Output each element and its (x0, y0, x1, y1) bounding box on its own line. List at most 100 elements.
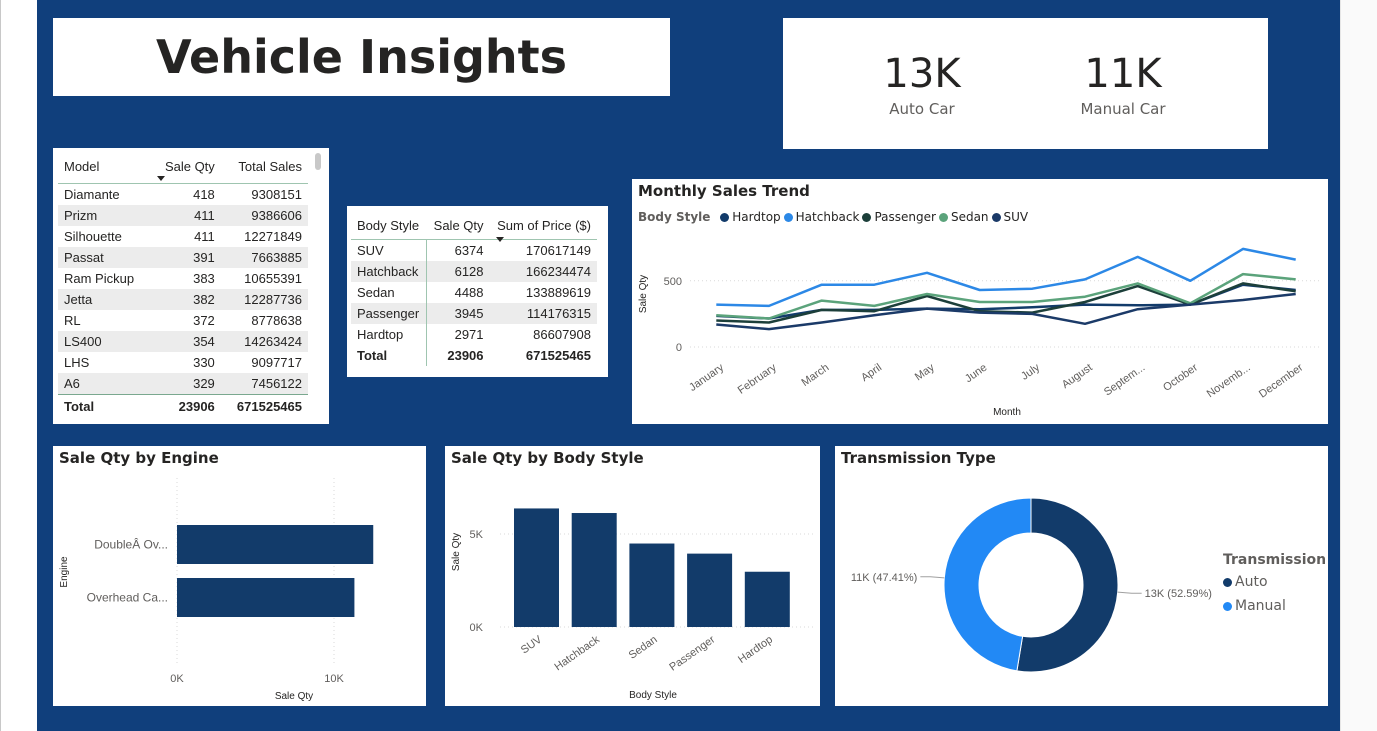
table-row[interactable]: Sedan 4488 133889619 (351, 282, 597, 303)
table-cell: Silhouette (64, 228, 122, 244)
y-axis-title: Engine (59, 556, 70, 588)
table-cell: 10655391 (244, 270, 302, 286)
body-style-table: Body Style Sale Qty Sum of Price ($) SUV… (351, 211, 597, 366)
bar-hatchback (571, 513, 617, 627)
table-row[interactable]: Hatchback 6128 166234474 (351, 261, 597, 282)
col-header-sale-qty[interactable]: Sale Qty (426, 211, 490, 240)
y-tick-label: 500 (664, 276, 682, 288)
chart-title: Sale Qty by Body Style (451, 449, 644, 467)
table-cell: 6374 (454, 243, 484, 258)
x-axis-title: Sale Qty (275, 691, 313, 702)
x-tick-label: August (1060, 362, 1095, 391)
col-header-body-style[interactable]: Body Style (351, 211, 427, 240)
legend-marker (938, 213, 948, 222)
total-cell: Total (58, 393, 151, 419)
sort-desc-icon (495, 237, 504, 242)
table-cell: Diamante (64, 186, 120, 202)
x-tick-label: Sedan (627, 634, 660, 662)
scrollbar-thumb[interactable] (315, 153, 321, 170)
legend-label: Passenger (874, 210, 936, 224)
table-row[interactable]: Passenger 3945 114176315 (351, 303, 597, 324)
table-row[interactable]: Diamante 418 9308151 (58, 183, 308, 205)
trend-legend: Body Style Hardtop Hatchback Passenger Seda… (638, 210, 1031, 224)
model-table-body: Diamante 418 9308151 Prizm 411 9386606 Silhoue… (58, 183, 308, 419)
table-cell: 8778638 (251, 312, 302, 328)
col-header-sale-qty[interactable]: Sale Qty (150, 151, 221, 184)
table-cell: 133889619 (525, 285, 591, 300)
legend-item-auto[interactable]: Auto (1223, 574, 1326, 590)
legend-item-sedan[interactable]: Sedan (938, 210, 989, 224)
model-table-card: Model Sale Qty Total Sales Diamante 418 93… (53, 148, 329, 424)
table-row[interactable]: LHS 330 9097717 (58, 352, 308, 373)
legend-label: Hardtop (732, 210, 781, 224)
table-row[interactable]: LS400 354 14263424 (58, 330, 308, 352)
table-row[interactable]: Jetta 382 12287736 (58, 288, 308, 310)
x-axis-title: Body Style (629, 690, 677, 701)
table-row[interactable]: SUV 6374 170617149 (351, 239, 597, 261)
kpi-auto[interactable]: 13K Auto Car (837, 52, 1007, 118)
table-cell: 170617149 (525, 243, 591, 258)
table-cell: 330 (193, 354, 215, 370)
x-tick-label: Passenger (667, 633, 717, 673)
x-tick-label: July (1019, 361, 1042, 382)
total-cell: 671525465 (525, 348, 591, 363)
y-tick-label: Overhead Ca... (87, 591, 168, 605)
table-cell: A6 (58, 372, 151, 394)
sale-qty-by-engine-chart: 0K 10K DoubleÂ Ov... Overhead Ca... Sale Qty… (59, 478, 374, 702)
table-row[interactable]: A6 329 7456122 (58, 372, 308, 394)
col-header-total-sales[interactable]: Total Sales (220, 151, 308, 184)
total-cell: Total (351, 345, 428, 366)
pane-edge (1340, 0, 1377, 731)
table-cell: 411 (150, 204, 221, 226)
y-tick-label: 0K (470, 622, 484, 634)
legend-item-manual[interactable]: Manual (1223, 598, 1326, 614)
y-axis-title: Sale Qty (451, 533, 462, 571)
sale-qty-by-body-style-chart: 0K 5K SUV Hatchback Sedan Passenger Hardtop Bod… (451, 508, 813, 701)
legend-item-hatchback[interactable]: Hatchback (783, 210, 860, 224)
transmission-type-card[interactable]: 13K (52.59%) 11K (47.41%) Transmission Ty… (835, 446, 1328, 706)
table-cell: 372 (193, 312, 215, 328)
table-cell: RL (64, 312, 81, 328)
legend-label: Hatchback (795, 210, 860, 224)
legend-marker (783, 213, 793, 222)
col-header-model[interactable]: Model (58, 151, 151, 184)
legend-label: SUV (1003, 210, 1029, 224)
x-tick-label: Septem... (1102, 362, 1147, 399)
sale-qty-by-body-style-card[interactable]: 0K 5K SUV Hatchback Sedan Passenger Hardtop Bod… (445, 446, 820, 706)
table-cell: 329 (150, 372, 221, 394)
x-tick-label: SUV (519, 633, 545, 656)
sale-qty-by-engine-card[interactable]: 0K 10K DoubleÂ Ov... Overhead Ca... Sale Qty… (53, 446, 426, 706)
leader-line (920, 576, 945, 579)
kpi-manual[interactable]: 11K Manual Car (1038, 52, 1208, 118)
legend-item-hardtop[interactable]: Hardtop (720, 210, 781, 224)
table-cell: 6128 (426, 261, 490, 282)
table-cell: Passat (58, 246, 151, 268)
table-row[interactable]: RL 372 8778638 (58, 310, 308, 331)
report-title: Vehicle Insights (155, 30, 568, 84)
x-axis-title: Month (993, 407, 1021, 418)
table-row[interactable]: Prizm 411 9386606 (58, 204, 308, 226)
table-cell: 4488 (454, 285, 484, 300)
x-tick-label: May (913, 361, 937, 383)
monthly-sales-trend-card[interactable]: 0 500 January February March April May June July… (632, 179, 1328, 424)
col-header-sum-price-label: Sum of Price ($) (497, 217, 591, 233)
bar-suv (514, 508, 559, 627)
table-row[interactable]: Hardtop 2971 86607908 (351, 324, 597, 345)
data-label-auto: 13K (52.59%) (1145, 588, 1212, 600)
legend-marker (862, 213, 872, 222)
kpi-auto-label: Auto Car (889, 100, 955, 118)
table-row[interactable]: Passat 391 7663885 (58, 246, 308, 268)
table-row[interactable]: Ram Pickup 383 10655391 (58, 268, 308, 289)
col-header-sum-price[interactable]: Sum of Price ($) (489, 211, 597, 242)
legend-item-passenger[interactable]: Passenger (862, 210, 936, 224)
table-cell: 418 (193, 186, 215, 202)
table-cell: 12271849 (244, 228, 302, 244)
table-cell: Prizm (58, 204, 151, 226)
table-cell: 114176315 (489, 303, 597, 324)
bar-passenger (687, 553, 733, 627)
table-cell: Sedan (351, 282, 428, 303)
legend-item-suv[interactable]: SUV (991, 210, 1029, 224)
table-cell: 383 (193, 270, 215, 286)
table-row[interactable]: Silhouette 411 12271849 (58, 226, 308, 247)
table-cell: Passenger (351, 303, 428, 324)
